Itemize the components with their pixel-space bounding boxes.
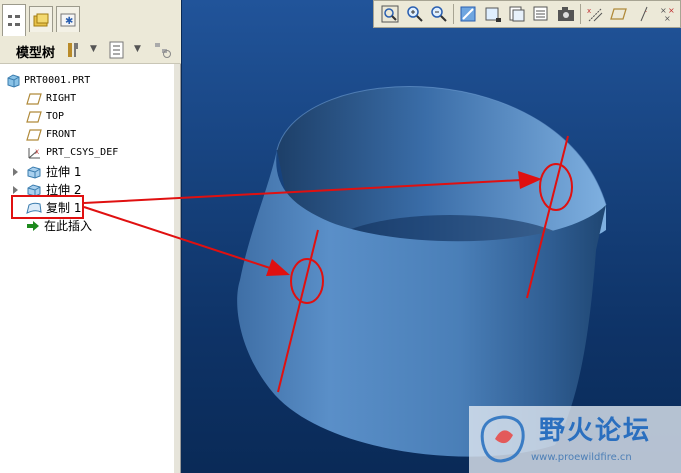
layers-icon (533, 6, 548, 21)
camera-icon (557, 7, 574, 21)
render-settings-button[interactable] (553, 3, 577, 25)
csys-icon: × ×× (660, 6, 675, 23)
view-toolbar: x · × × × (373, 0, 681, 28)
spin-center-button[interactable] (480, 3, 504, 25)
svg-text:·: · (645, 8, 647, 16)
datum-axes-icon (610, 8, 628, 20)
svg-text:×: × (664, 14, 671, 23)
repaint-icon (460, 6, 476, 22)
zoom-fit-icon (381, 5, 399, 23)
datum-planes-icon: x (587, 7, 603, 22)
datum-planes-button[interactable]: x (583, 3, 607, 25)
datum-axes-button[interactable] (607, 3, 631, 25)
spin-center-icon (485, 7, 501, 22)
zoom-out-button[interactable] (427, 3, 451, 25)
datum-points-button[interactable]: · (631, 3, 655, 25)
zoom-fit-button[interactable] (378, 3, 402, 25)
repaint-button[interactable] (456, 3, 480, 25)
forum-logo-icon (480, 415, 525, 463)
zoom-in-button[interactable] (402, 3, 426, 25)
datum-points-icon: · (640, 6, 648, 22)
saved-views-icon (509, 6, 525, 22)
forum-watermark: 野火论坛 www.proewildfire.cn (469, 406, 681, 473)
toolbar-separator (453, 4, 454, 24)
zoom-in-icon (406, 6, 423, 22)
csys-button[interactable]: × × × (656, 3, 680, 25)
model-graphics (11, 86, 607, 457)
saved-views-button[interactable] (505, 3, 529, 25)
toolbar-separator (579, 4, 581, 24)
watermark-url: www.proewildfire.cn (531, 452, 632, 463)
layers-button[interactable] (529, 3, 553, 25)
highlight-box (11, 195, 84, 219)
svg-text:x: x (587, 7, 591, 15)
zoom-out-icon (431, 6, 447, 22)
watermark-title: 野火论坛 (539, 416, 652, 446)
